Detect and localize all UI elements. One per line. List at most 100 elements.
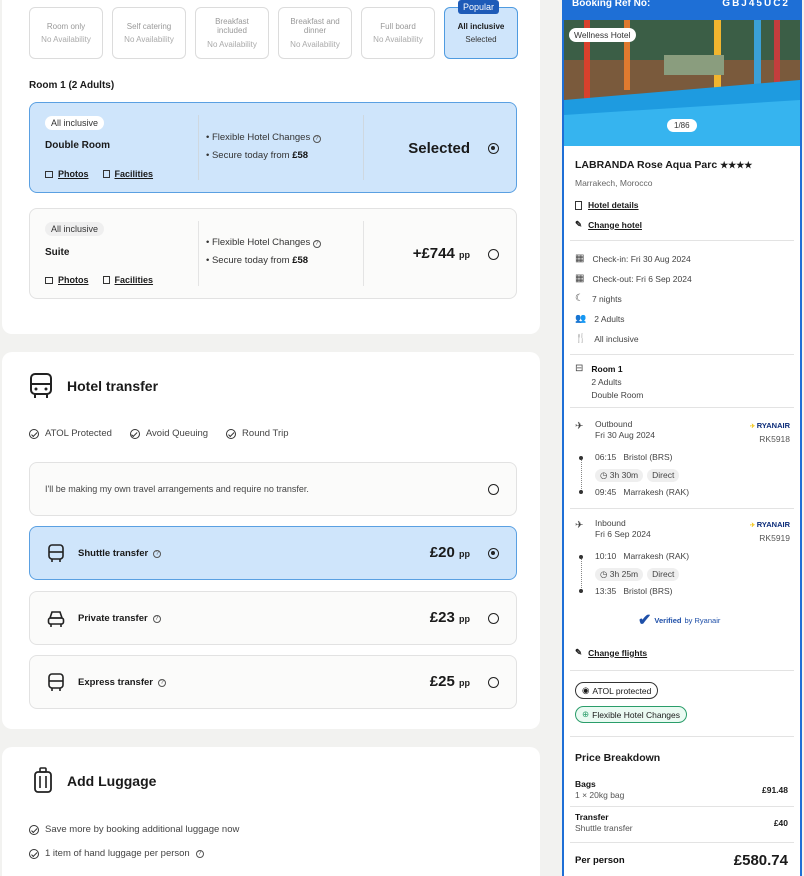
board-self-catering[interactable]: Self catering No Availability	[112, 7, 186, 59]
transfer-option-private[interactable]: Private transfer? £23 pp	[29, 591, 517, 645]
check-icon	[29, 848, 39, 859]
board-room-only[interactable]: Room only No Availability	[29, 7, 103, 59]
stops-chip: Direct	[647, 568, 680, 581]
divider	[363, 115, 364, 180]
luggage-card: Add Luggage Save more by booking additio…	[2, 747, 540, 876]
divider	[570, 842, 794, 843]
transfer-option-shuttle[interactable]: Shuttle transfer? £20 pp	[29, 526, 517, 580]
divider	[570, 354, 794, 355]
outbound-flight: ✈ OutboundFri 30 Aug 2024 RYANAIR RK5918…	[575, 419, 790, 501]
transfer-label: Private transfer?	[78, 613, 161, 624]
info-icon[interactable]: ?	[312, 135, 321, 143]
adults-row: 👥 2 Adults	[575, 313, 625, 324]
pencil-icon: ✎	[575, 647, 583, 657]
duration-row: ◷ 3h 30m Direct	[595, 469, 680, 482]
feature-atol: ATOL Protected	[29, 428, 112, 439]
change-flights-link[interactable]: ✎ Change flights	[575, 647, 647, 658]
transfer-option-express[interactable]: Express transfer? £25 pp	[29, 655, 517, 709]
board-breakfast-dinner[interactable]: Breakfast and dinner No Availability	[278, 7, 352, 59]
dep-row: 10:10 Marrakesh (RAK)	[595, 551, 690, 561]
room-name: Double Room	[45, 140, 110, 151]
hotel-name: LABRANDA Rose Aqua Parc ★★★★	[575, 159, 753, 171]
change-hotel-link[interactable]: ✎ Change hotel	[575, 219, 642, 230]
room-radio[interactable]	[488, 249, 499, 260]
transfer-radio[interactable]	[488, 548, 499, 559]
transfer-radio[interactable]	[488, 613, 499, 624]
room-option-suite[interactable]: All inclusive Suite Photos Facilities • …	[29, 208, 517, 299]
check-icon	[29, 428, 39, 439]
board-pill: All inclusive	[45, 222, 105, 236]
flight-number: RK5918	[759, 434, 790, 444]
timeline-dot	[579, 490, 583, 494]
room-summary-text: Room 1 2 Adults Double Room	[591, 364, 644, 400]
atol-chip: ◉ ATOL protected	[575, 682, 659, 699]
timeline	[581, 556, 582, 592]
feature-queue: Avoid Queuing	[129, 428, 208, 439]
bullet-secure: • Secure today from £58	[206, 255, 309, 266]
check-icon	[226, 428, 237, 439]
facilities-link[interactable]: Facilities	[102, 275, 153, 285]
divider	[198, 221, 199, 286]
transfer-option-none[interactable]: I'll be making my own travel arrangement…	[29, 462, 517, 516]
room-price: Selected	[408, 140, 470, 157]
bed-icon: ⊟	[575, 363, 584, 374]
timeline-dot	[579, 589, 583, 593]
check-icon	[29, 824, 39, 835]
divider	[570, 670, 794, 671]
info-icon[interactable]: ?	[312, 240, 321, 248]
transfer-label: Express transfer?	[78, 677, 166, 688]
info-icon[interactable]: ?	[152, 614, 161, 623]
plane-icon: ✈	[575, 520, 584, 531]
popular-badge: Popular	[458, 0, 500, 14]
bullet-flex: • Flexible Hotel Changes ?	[206, 132, 321, 143]
facilities-link[interactable]: Facilities	[102, 169, 153, 179]
hotel-image[interactable]: Wellness Hotel 1/86	[564, 20, 800, 146]
shield-icon: ⊕	[582, 709, 590, 719]
stars: ★★★★	[720, 160, 753, 170]
people-icon: 👥	[575, 313, 587, 323]
luggage-feature: Save more by booking additional luggage …	[29, 824, 239, 835]
photos-link[interactable]: Photos	[45, 275, 89, 285]
checkmark-icon: ✔	[638, 612, 652, 629]
duration-chip: ◷ 3h 25m	[595, 568, 644, 581]
room-links: Photos Facilities	[45, 169, 153, 179]
duration-row: ◷ 3h 25m Direct	[595, 568, 680, 581]
bullet-flex: • Flexible Hotel Changes ?	[206, 237, 321, 248]
room-option-double[interactable]: All inclusive Double Room Photos Facilit…	[29, 102, 517, 193]
room-links: Photos Facilities	[45, 275, 153, 285]
checkout-row: ▦ Check-out: Fri 6 Sep 2024	[575, 273, 692, 284]
info-icon[interactable]: ?	[195, 849, 204, 858]
board-all-inclusive[interactable]: Popular All inclusive Selected	[444, 0, 518, 59]
main-column: Room only No Availability Self catering …	[0, 0, 541, 876]
room-price: +£744 pp	[412, 245, 470, 262]
info-icon[interactable]: ?	[153, 549, 162, 558]
hotel-details-link[interactable]: Hotel details	[575, 200, 639, 210]
transfer-features: ATOL Protected Avoid Queuing Round Trip	[29, 428, 289, 439]
document-icon	[102, 276, 110, 284]
price-row-per-person: Per person £580.74	[575, 852, 788, 869]
document-icon	[102, 170, 110, 178]
timeline-dot	[579, 456, 583, 460]
price-row-transfer: Transfer Shuttle transfer £40	[575, 812, 788, 833]
image-icon	[45, 170, 53, 178]
room-summary: ⊟ Room 1 2 Adults Double Room	[575, 363, 643, 402]
room-name: Suite	[45, 247, 70, 258]
bullet-secure: • Secure today from £58	[206, 150, 309, 161]
photos-link[interactable]: Photos	[45, 169, 89, 179]
bus-icon	[48, 673, 64, 691]
dep-row: 06:15 Bristol (BRS)	[595, 452, 673, 462]
divider	[570, 806, 794, 807]
duration-chip: ◷ 3h 30m	[595, 469, 644, 482]
room-radio[interactable]	[488, 143, 499, 154]
luggage-feature: 1 item of hand luggage per person?	[29, 848, 204, 859]
price-breakdown-title: Price Breakdown	[575, 752, 661, 764]
transfer-price: £20 pp	[429, 544, 470, 561]
board-breakfast-included[interactable]: Breakfast included No Availability	[195, 7, 269, 59]
divider	[198, 115, 199, 180]
transfer-radio[interactable]	[488, 677, 499, 688]
board-full-board[interactable]: Full board No Availability	[361, 7, 435, 59]
booking-summary: Booking Ref No: GBJ45UC2 Wellness Hotel …	[562, 0, 802, 876]
info-icon[interactable]: ?	[157, 678, 166, 687]
cutlery-icon: 🍴	[575, 333, 587, 343]
transfer-radio[interactable]	[488, 484, 499, 495]
